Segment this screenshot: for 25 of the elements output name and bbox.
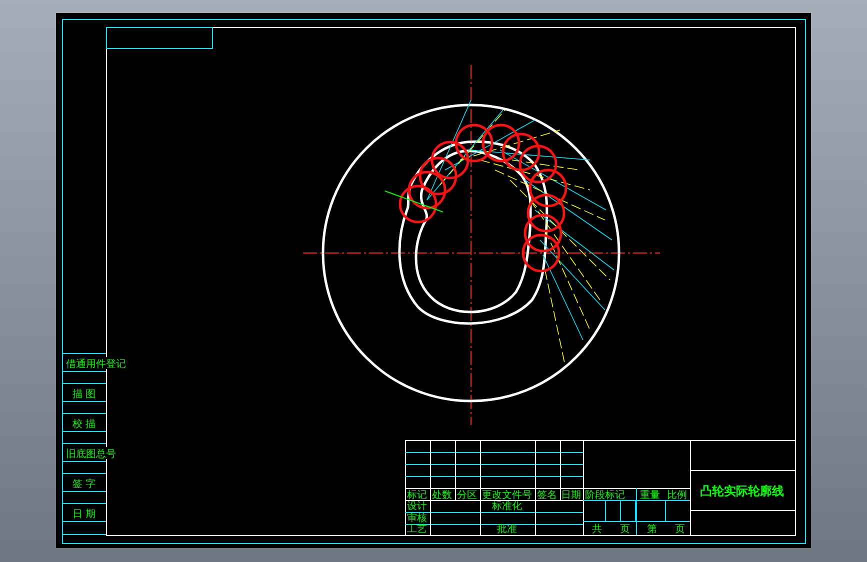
title-block-label: 审核 [407,513,427,524]
title-block-label: 校 描 [72,419,96,430]
title-block-label: 比例 [667,490,687,501]
title-block-label: 旧底图总号 [66,449,116,460]
title-block-label: 共 [592,524,602,535]
title-block-label: 第 [647,524,657,535]
title-block-label: 标记 [407,490,427,501]
title-block-label: 页 [620,524,630,535]
title-block-label: 批准 [497,524,517,535]
title-block-label: 工艺 [407,524,427,535]
title-block-label: 借通用件登记 [66,359,126,370]
title-block-label: 设计 [407,501,427,512]
title-block-label: 日 期 [72,509,96,520]
title-block-label: 更改文件号 [482,490,532,501]
title-block-label: 阶段标记 [585,490,625,501]
title-block-label: 页 [675,524,685,535]
title-block-label: 签 字 [72,479,96,490]
title-block-label: 处数 [432,490,452,501]
title-block-label: 描 图 [72,389,96,400]
title-block-label: 重量 [640,490,660,501]
title-block-label: 分区 [457,490,477,501]
title-block-label: 签名 [537,490,557,501]
title-block-label: 标准化 [492,501,522,512]
title-block-label: 日期 [561,490,581,501]
drawing-title: 凸轮实际轮廓线 [700,484,784,498]
